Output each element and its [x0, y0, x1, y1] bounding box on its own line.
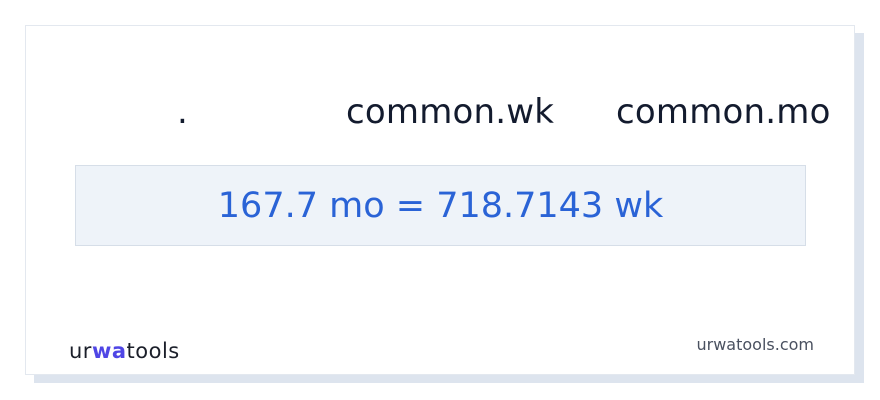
conversion-result: 167.7 mo = 718.7143 wk — [217, 185, 664, 226]
unit-to-label: common.mo — [616, 92, 831, 132]
logo-text-ls: ls — [161, 339, 180, 363]
logo-text-wa: wa — [91, 339, 127, 363]
page: . common.wk common.mo 167.7 mo = 718.714… — [0, 0, 880, 400]
logo-text-ur: ur — [69, 339, 92, 363]
unit-header: . common.wk common.mo — [26, 92, 856, 136]
urwatools-logo[interactable]: ur wa too ls — [69, 337, 180, 363]
site-link[interactable]: urwatools.com — [697, 335, 815, 354]
unit-from-label: common.wk — [346, 92, 555, 132]
result-box: 167.7 mo = 718.7143 wk — [75, 165, 806, 246]
converter-card: . common.wk common.mo 167.7 mo = 718.714… — [25, 25, 855, 375]
logo-text-too: too — [126, 339, 162, 363]
header-separator: . — [177, 92, 189, 132]
